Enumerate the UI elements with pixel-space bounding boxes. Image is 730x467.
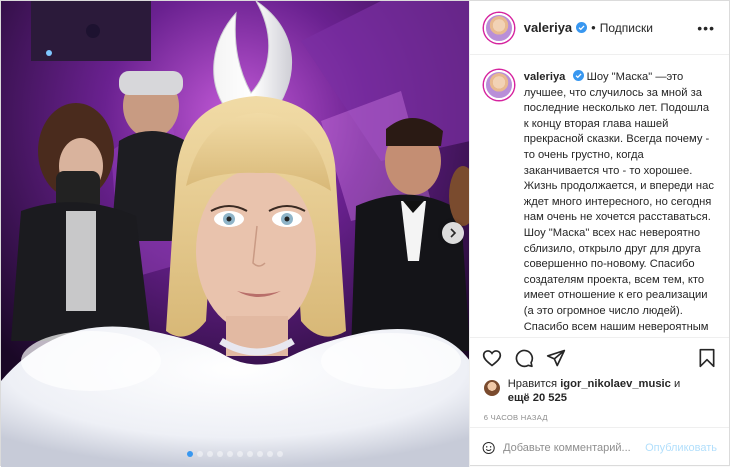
carousel-dot bbox=[216, 451, 223, 457]
comments-area: valeriya Шоу "Маска" —это лучшее, что сл… bbox=[470, 55, 729, 337]
carousel-dot bbox=[256, 451, 263, 457]
publish-button[interactable]: Опубликовать bbox=[645, 442, 717, 454]
header-username[interactable]: valeriya bbox=[524, 20, 572, 35]
likes-and: и bbox=[670, 378, 681, 390]
carousel-indicator bbox=[1, 451, 469, 457]
comment-input[interactable] bbox=[503, 441, 646, 454]
more-options-icon[interactable]: ••• bbox=[697, 20, 715, 36]
comment-icon[interactable] bbox=[514, 348, 534, 368]
likes-prefix: Нравится bbox=[507, 378, 561, 390]
post-timestamp[interactable]: 6 часов назад bbox=[470, 405, 729, 422]
heart-icon[interactable] bbox=[482, 348, 502, 368]
likes-more-prefix: ещё bbox=[507, 392, 533, 404]
likes-count: 20 525 bbox=[532, 392, 567, 404]
add-comment-bar: Опубликовать bbox=[469, 427, 729, 467]
carousel-dot bbox=[266, 451, 273, 457]
post-photo[interactable] bbox=[1, 1, 469, 467]
carousel-dot bbox=[226, 451, 233, 457]
carousel-dot bbox=[276, 451, 283, 457]
verified-badge-icon bbox=[572, 70, 584, 81]
following-button[interactable]: Подписки bbox=[600, 21, 653, 35]
post-sidebar: valeriya • Подписки ••• valeriya Шоу "Ма… bbox=[468, 1, 729, 467]
caption-avatar[interactable] bbox=[483, 70, 514, 100]
carousel-dot bbox=[196, 451, 203, 457]
verified-badge-icon bbox=[576, 22, 588, 33]
caption-username[interactable]: valeriya bbox=[524, 71, 566, 83]
carousel-next-button[interactable] bbox=[442, 222, 464, 244]
carousel-dot bbox=[186, 451, 193, 457]
caption-text: Шоу "Маска" —это лучшее, что случилось з… bbox=[523, 71, 714, 337]
header-separator: • bbox=[591, 20, 596, 35]
caption: valeriya Шоу "Маска" —это лучшее, что сл… bbox=[524, 70, 715, 337]
carousel-dot bbox=[206, 451, 213, 457]
likes-user-link[interactable]: igor_nikolaev_music bbox=[560, 378, 671, 390]
carousel-dot bbox=[246, 451, 253, 457]
post-header: valeriya • Подписки ••• bbox=[469, 1, 729, 55]
emoji-icon[interactable] bbox=[482, 438, 495, 458]
chevron-right-icon bbox=[450, 228, 457, 238]
action-bar bbox=[469, 337, 729, 377]
bookmark-icon[interactable] bbox=[697, 348, 717, 368]
likes-summary: Нравится igor_nikolaev_music и ещё 20 52… bbox=[470, 377, 729, 405]
avatar[interactable] bbox=[483, 12, 514, 43]
photo-scene bbox=[1, 1, 469, 467]
share-icon[interactable] bbox=[546, 348, 566, 368]
carousel-dot bbox=[236, 451, 243, 457]
likes-more-link[interactable]: ещё 20 525 bbox=[508, 392, 567, 404]
liker-avatar[interactable] bbox=[483, 380, 500, 396]
likes-text: Нравится igor_nikolaev_music и ещё 20 52… bbox=[508, 377, 681, 405]
instagram-post: valeriya • Подписки ••• valeriya Шоу "Ма… bbox=[0, 0, 730, 467]
